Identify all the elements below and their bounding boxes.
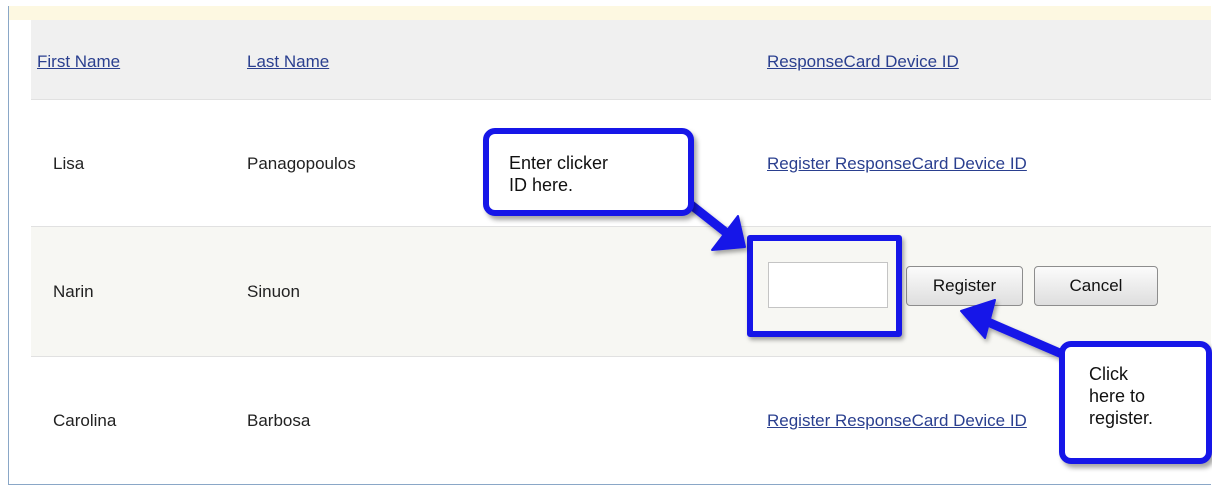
- register-device-link[interactable]: Register ResponseCard Device ID: [767, 411, 1027, 431]
- student-table-frame: First Name Last Name ResponseCard Device…: [8, 6, 1211, 485]
- first-name-cell: Narin: [53, 282, 94, 301]
- table-row: Carolina Barbosa Register ResponseCard D…: [31, 356, 1211, 484]
- enter-id-callout: Enter clicker ID here.: [483, 128, 694, 216]
- header-device-id[interactable]: ResponseCard Device ID: [767, 52, 959, 72]
- click-register-callout: Click here to register.: [1059, 341, 1212, 464]
- last-name-cell: Sinuon: [247, 282, 300, 301]
- top-strip: [9, 6, 1211, 20]
- table-header-row: First Name Last Name ResponseCard Device…: [31, 20, 1211, 99]
- header-first-name[interactable]: First Name: [37, 52, 120, 72]
- sort-last-name-link[interactable]: Last Name: [247, 52, 329, 71]
- sort-device-id-link[interactable]: ResponseCard Device ID: [767, 52, 959, 71]
- register-button[interactable]: Register: [906, 266, 1023, 306]
- last-name-cell: Panagopoulos: [247, 153, 356, 173]
- cancel-button[interactable]: Cancel: [1034, 266, 1158, 306]
- first-name-cell: Carolina: [53, 411, 117, 430]
- header-last-name[interactable]: Last Name: [247, 52, 329, 72]
- register-device-link[interactable]: Register ResponseCard Device ID: [767, 154, 1027, 174]
- first-name-cell: Lisa: [53, 153, 85, 173]
- last-name-cell: Barbosa: [247, 411, 311, 430]
- sort-first-name-link[interactable]: First Name: [37, 52, 120, 71]
- input-highlight-box: [747, 235, 902, 337]
